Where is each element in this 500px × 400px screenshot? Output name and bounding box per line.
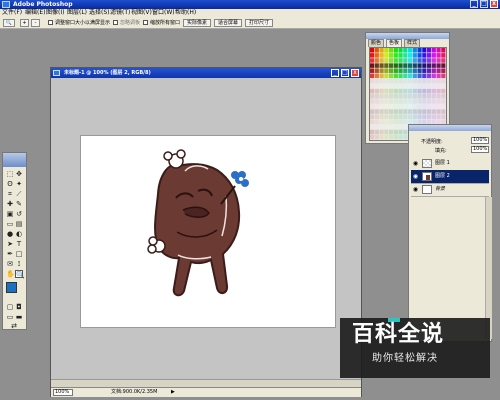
- jump-to-imageready-icon[interactable]: ⇄: [10, 322, 18, 330]
- dodge-tool-icon[interactable]: ◐: [15, 230, 23, 238]
- document-size-info: 文档:900.0K/2.35M: [111, 389, 158, 395]
- stamp-tool-icon[interactable]: ▣: [6, 210, 14, 218]
- path-select-tool-icon[interactable]: ➤: [6, 240, 14, 248]
- eraser-tool-icon[interactable]: ▭: [6, 220, 14, 228]
- hand-tool-icon[interactable]: ✋: [6, 270, 15, 278]
- magic-wand-tool-icon[interactable]: ✦: [15, 180, 23, 188]
- menu-file[interactable]: 文件(F): [2, 9, 22, 17]
- opacity-label: 不透明度:: [421, 139, 443, 145]
- healing-brush-tool-icon[interactable]: ✚: [6, 200, 14, 208]
- zoom-tool-icon[interactable]: 🔍: [3, 19, 15, 27]
- fill-field[interactable]: 100%: [471, 146, 489, 153]
- horizontal-scrollbar[interactable]: [51, 379, 361, 387]
- brush-tool-icon[interactable]: ✎: [15, 200, 23, 208]
- layer-row-selected[interactable]: ◉ 图层 2: [411, 170, 489, 184]
- toolbox-header: [3, 153, 26, 167]
- resize-windows-checkbox[interactable]: [48, 20, 53, 25]
- image-canvas[interactable]: [80, 135, 336, 328]
- type-tool-icon[interactable]: T: [15, 240, 23, 248]
- minimize-button[interactable]: _: [470, 0, 478, 8]
- resize-windows-label: 调整窗口大小以满屏显示: [55, 20, 111, 26]
- menu-bar: 文件(F) 编辑(E) 图像(I) 图层(L) 选择(S) 滤镜(T) 视图(V…: [0, 9, 500, 17]
- toolbox: ⬚ ✥ ʘ ✦ ⌗ ⟋ ✚ ✎ ▣ ↺ ▭ ▤ ● ◐ ➤ T ✒ □ ✉ ⟟ …: [2, 152, 27, 330]
- tab-color[interactable]: 颜色: [368, 39, 385, 47]
- layer-thumbnail: [422, 185, 432, 194]
- document-minimize-button[interactable]: _: [331, 69, 339, 77]
- print-size-button[interactable]: 打印尺寸: [245, 19, 273, 27]
- character-illustration: [147, 149, 249, 297]
- zoom-level-field[interactable]: 100%: [53, 389, 73, 396]
- watermark-title: 百科全说: [352, 322, 445, 347]
- ignore-palettes-label: 忽略调板: [120, 20, 141, 26]
- layers-panel: 不透明度: 100% 填充: 100% ◉ 图层 1 ◉ 图层 2 ◉ 背景: [408, 124, 492, 342]
- app-title-bar: Adobe Photoshop _ □ x: [0, 0, 500, 9]
- history-brush-tool-icon[interactable]: ↺: [15, 210, 23, 218]
- zoom-out-icon[interactable]: -: [31, 19, 40, 27]
- lasso-tool-icon[interactable]: ʘ: [6, 180, 14, 188]
- foreground-color-swatch[interactable]: [6, 282, 17, 293]
- notes-tool-icon[interactable]: ✉: [6, 260, 14, 268]
- menu-layer[interactable]: 图层(L): [67, 9, 87, 17]
- document-title-bar[interactable]: 未标题-1 @ 100% (图层 2, RGB/8) _ □ x: [51, 68, 361, 78]
- marquee-tool-icon[interactable]: ⬚: [6, 170, 14, 178]
- layer-row[interactable]: ◉ 图层 1: [411, 157, 489, 171]
- slice-tool-icon[interactable]: ⟋: [15, 190, 23, 198]
- shape-tool-icon[interactable]: □: [15, 250, 23, 258]
- menu-edit[interactable]: 编辑(E): [25, 9, 45, 17]
- tab-styles[interactable]: 样式: [404, 39, 421, 47]
- ignore-palettes-checkbox[interactable]: [113, 20, 118, 25]
- zoom-tool-active-icon[interactable]: 🔍: [15, 270, 25, 279]
- maximize-button[interactable]: □: [480, 0, 488, 8]
- pen-tool-icon[interactable]: ✒: [6, 250, 14, 258]
- actual-pixels-button[interactable]: 实际像素: [183, 19, 211, 27]
- document-maximize-button[interactable]: □: [341, 69, 349, 77]
- menu-image[interactable]: 图像(I): [46, 9, 64, 17]
- menu-filter[interactable]: 滤镜(T): [110, 9, 130, 17]
- document-window: 未标题-1 @ 100% (图层 2, RGB/8) _ □ x 100% 文档…: [50, 67, 362, 397]
- eyedropper-tool-icon[interactable]: ⟟: [15, 260, 23, 268]
- zoom-in-icon[interactable]: +: [20, 19, 29, 27]
- screen-mode-2-icon[interactable]: ▬: [15, 313, 23, 321]
- photoshop-app-icon: [2, 1, 10, 8]
- menu-window[interactable]: 窗口(W): [152, 9, 175, 17]
- menu-help[interactable]: 帮助(H): [175, 9, 196, 17]
- layers-panel-header[interactable]: [409, 125, 491, 131]
- zoom-all-windows-label: 缩放所有窗口: [150, 20, 181, 26]
- layer-name: 图层 1: [435, 160, 450, 166]
- tab-swatches[interactable]: 色板: [386, 39, 403, 47]
- visibility-eye-icon[interactable]: ◉: [412, 186, 419, 193]
- gradient-tool-icon[interactable]: ▤: [15, 220, 23, 228]
- layer-name: 图层 2: [435, 173, 450, 179]
- status-menu-arrow-icon[interactable]: ▶: [171, 388, 175, 397]
- standard-mode-icon[interactable]: ▢: [6, 303, 14, 311]
- visibility-eye-icon[interactable]: ◉: [412, 173, 419, 180]
- menu-view[interactable]: 视图(V): [131, 9, 152, 17]
- quick-mask-icon[interactable]: ◘: [15, 303, 23, 311]
- options-bar: 🔍 + - 调整窗口大小以满屏显示 忽略调板 缩放所有窗口 实际像素 适合屏幕 …: [0, 17, 500, 29]
- move-tool-icon[interactable]: ✥: [15, 170, 23, 178]
- opacity-field[interactable]: 100%: [471, 137, 489, 144]
- menu-select[interactable]: 选择(S): [89, 9, 110, 17]
- crop-tool-icon[interactable]: ⌗: [6, 190, 14, 198]
- layer-thumbnail: [422, 172, 432, 181]
- document-title: 未标题-1 @ 100% (图层 2, RGB/8): [64, 70, 151, 76]
- status-bar: 100% 文档:900.0K/2.35M ▶: [51, 387, 361, 397]
- close-button[interactable]: x: [490, 0, 498, 8]
- watermark-subtitle: 助你轻松解决: [372, 353, 438, 364]
- layer-name: 背景: [435, 186, 446, 192]
- layer-thumbnail: [422, 159, 432, 168]
- zoom-all-windows-checkbox[interactable]: [143, 20, 148, 25]
- document-close-button[interactable]: x: [351, 69, 359, 77]
- layer-row[interactable]: ◉ 背景: [411, 183, 489, 197]
- screen-mode-1-icon[interactable]: ▭: [6, 313, 14, 321]
- blur-tool-icon[interactable]: ●: [6, 230, 14, 238]
- app-title: Adobe Photoshop: [13, 1, 73, 8]
- fit-screen-button[interactable]: 适合屏幕: [214, 19, 242, 27]
- document-icon: [53, 70, 60, 76]
- fill-label: 填充:: [435, 148, 447, 154]
- visibility-eye-icon[interactable]: ◉: [412, 160, 419, 167]
